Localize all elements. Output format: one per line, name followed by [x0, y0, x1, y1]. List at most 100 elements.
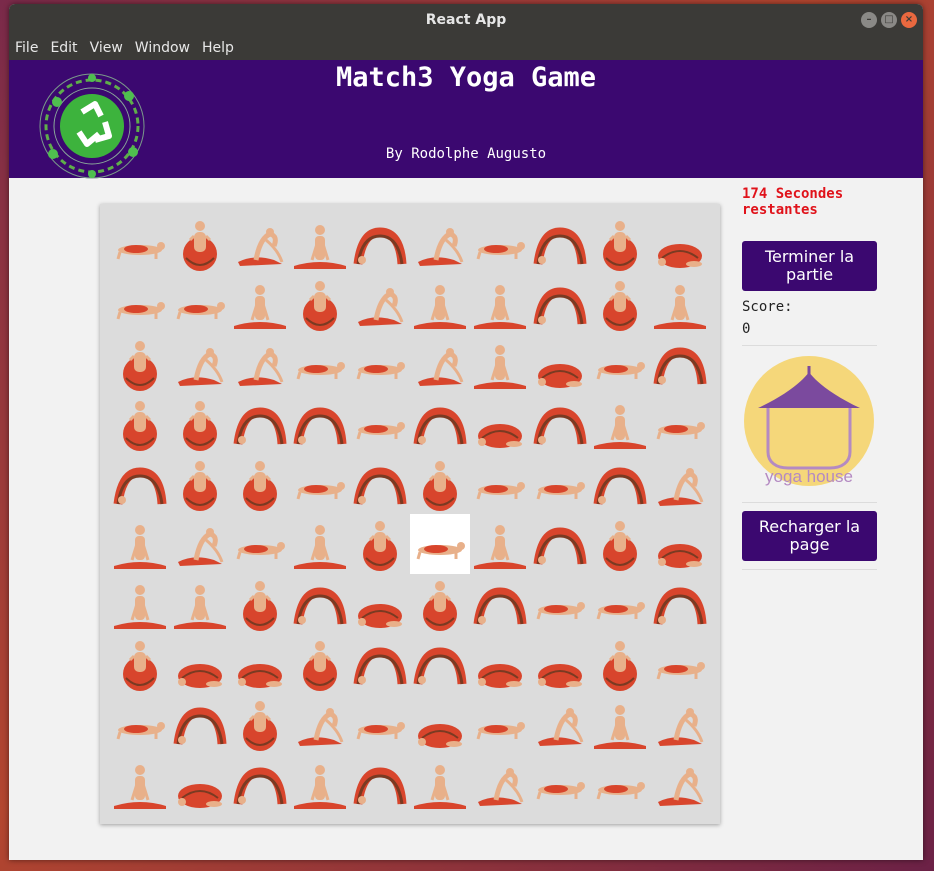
tile-pigeon[interactable]: [290, 694, 350, 754]
tile-seated-split[interactable]: [110, 514, 170, 574]
menu-file[interactable]: File: [15, 40, 38, 56]
tile-pigeon[interactable]: [350, 274, 410, 334]
reload-page-button[interactable]: Recharger la page: [742, 511, 877, 561]
tile-pigeon[interactable]: [230, 214, 290, 274]
tile-child[interactable]: [410, 694, 470, 754]
tile-lotus-ball[interactable]: [230, 694, 290, 754]
tile-plank[interactable]: [470, 694, 530, 754]
tile-seated-split[interactable]: [290, 754, 350, 814]
tile-wheel[interactable]: [350, 634, 410, 694]
minimize-icon[interactable]: –: [861, 12, 877, 28]
tile-wheel[interactable]: [470, 574, 530, 634]
tile-plank[interactable]: [650, 634, 710, 694]
tile-plank[interactable]: [530, 754, 590, 814]
tile-wheel[interactable]: [170, 694, 230, 754]
tile-seated-split[interactable]: [470, 274, 530, 334]
tile-child[interactable]: [470, 394, 530, 454]
tile-pigeon[interactable]: [650, 454, 710, 514]
tile-lotus-ball[interactable]: [170, 214, 230, 274]
tile-child[interactable]: [170, 634, 230, 694]
tile-lotus-ball[interactable]: [110, 334, 170, 394]
tile-child[interactable]: [230, 634, 290, 694]
tile-child[interactable]: [530, 634, 590, 694]
tile-plank[interactable]: [470, 454, 530, 514]
tile-lotus-ball[interactable]: [590, 214, 650, 274]
tile-lotus-ball[interactable]: [230, 454, 290, 514]
tile-child[interactable]: [350, 574, 410, 634]
tile-wheel[interactable]: [530, 394, 590, 454]
tile-pigeon[interactable]: [470, 754, 530, 814]
menu-view[interactable]: View: [90, 40, 123, 56]
menu-edit[interactable]: Edit: [50, 40, 77, 56]
tile-wheel[interactable]: [110, 454, 170, 514]
tile-wheel[interactable]: [230, 394, 290, 454]
tile-lotus-ball[interactable]: [110, 634, 170, 694]
tile-wheel[interactable]: [410, 634, 470, 694]
tile-wheel[interactable]: [350, 754, 410, 814]
tile-wheel[interactable]: [530, 274, 590, 334]
tile-plank[interactable]: [530, 454, 590, 514]
tile-pigeon[interactable]: [530, 694, 590, 754]
tile-pigeon[interactable]: [650, 754, 710, 814]
tile-plank[interactable]: [410, 514, 470, 574]
tile-seated-split[interactable]: [590, 694, 650, 754]
tile-plank[interactable]: [110, 274, 170, 334]
tile-pigeon[interactable]: [170, 334, 230, 394]
tile-wheel[interactable]: [410, 394, 470, 454]
tile-wheel[interactable]: [650, 574, 710, 634]
tile-plank[interactable]: [590, 574, 650, 634]
tile-plank[interactable]: [470, 214, 530, 274]
tile-wheel[interactable]: [530, 514, 590, 574]
tile-plank[interactable]: [110, 214, 170, 274]
tile-wheel[interactable]: [650, 334, 710, 394]
tile-plank[interactable]: [350, 394, 410, 454]
tile-wheel[interactable]: [350, 454, 410, 514]
tile-plank[interactable]: [290, 334, 350, 394]
tile-seated-split[interactable]: [170, 574, 230, 634]
tile-plank[interactable]: [290, 454, 350, 514]
tile-plank[interactable]: [590, 334, 650, 394]
tile-seated-split[interactable]: [290, 214, 350, 274]
tile-child[interactable]: [530, 334, 590, 394]
tile-plank[interactable]: [650, 394, 710, 454]
tile-wheel[interactable]: [290, 574, 350, 634]
tile-seated-split[interactable]: [470, 514, 530, 574]
tile-lotus-ball[interactable]: [170, 394, 230, 454]
tile-wheel[interactable]: [530, 214, 590, 274]
tile-lotus-ball[interactable]: [290, 274, 350, 334]
tile-lotus-ball[interactable]: [350, 514, 410, 574]
tile-child[interactable]: [170, 754, 230, 814]
tile-child[interactable]: [650, 214, 710, 274]
tile-lotus-ball[interactable]: [590, 514, 650, 574]
tile-lotus-ball[interactable]: [410, 454, 470, 514]
tile-lotus-ball[interactable]: [590, 274, 650, 334]
tile-pigeon[interactable]: [410, 334, 470, 394]
tile-seated-split[interactable]: [110, 574, 170, 634]
tile-lotus-ball[interactable]: [170, 454, 230, 514]
tile-child[interactable]: [650, 514, 710, 574]
tile-wheel[interactable]: [230, 754, 290, 814]
tile-wheel[interactable]: [350, 214, 410, 274]
tile-plank[interactable]: [590, 754, 650, 814]
tile-plank[interactable]: [110, 694, 170, 754]
tile-seated-split[interactable]: [650, 274, 710, 334]
tile-child[interactable]: [470, 634, 530, 694]
tile-lotus-ball[interactable]: [110, 394, 170, 454]
tile-pigeon[interactable]: [230, 334, 290, 394]
maximize-icon[interactable]: □: [881, 12, 897, 28]
tile-lotus-ball[interactable]: [290, 634, 350, 694]
tile-plank[interactable]: [350, 334, 410, 394]
tile-seated-split[interactable]: [230, 274, 290, 334]
tile-lotus-ball[interactable]: [590, 634, 650, 694]
tile-wheel[interactable]: [290, 394, 350, 454]
tile-wheel[interactable]: [590, 454, 650, 514]
menu-help[interactable]: Help: [202, 40, 234, 56]
close-icon[interactable]: ×: [901, 12, 917, 28]
tile-lotus-ball[interactable]: [230, 574, 290, 634]
tile-pigeon[interactable]: [410, 214, 470, 274]
tile-pigeon[interactable]: [650, 694, 710, 754]
tile-pigeon[interactable]: [170, 514, 230, 574]
tile-seated-split[interactable]: [470, 334, 530, 394]
tile-seated-split[interactable]: [290, 514, 350, 574]
tile-plank[interactable]: [170, 274, 230, 334]
